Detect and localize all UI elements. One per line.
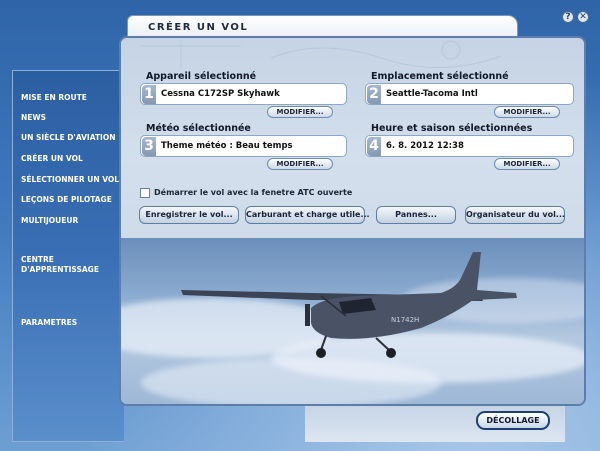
- location-section-label: Emplacement sélectionné: [371, 71, 509, 82]
- fuel-payload-button[interactable]: Carburant et charge utile...: [245, 206, 370, 224]
- sidebar-item-lecons[interactable]: LEÇONS DE PILOTAGE: [21, 195, 112, 205]
- create-flight-panel: Appareil sélectionné 1 Cessna C172SP Sky…: [119, 36, 586, 406]
- time-season-section-label: Heure et saison sélectionnées: [371, 123, 533, 134]
- time-season-value: 6. 8. 2012 12:38: [386, 141, 464, 151]
- location-modify-button[interactable]: MODIFIER...: [494, 106, 560, 118]
- sidebar-item-selectionner-vol[interactable]: SÉLECTIONNER UN VOL: [21, 175, 119, 185]
- sidebar-item-mise-en-route[interactable]: MISE EN ROUTE: [21, 93, 87, 103]
- section-number-2: 2: [367, 85, 381, 104]
- sidebar-item-news[interactable]: NEWS: [21, 113, 46, 123]
- aircraft-field[interactable]: 1 Cessna C172SP Skyhawk: [140, 83, 347, 105]
- weather-modify-button[interactable]: MODIFIER...: [267, 158, 333, 170]
- weather-section-label: Météo sélectionnée: [146, 123, 251, 134]
- weather-value: Theme météo : Beau temps: [161, 141, 293, 151]
- atc-window-checkbox[interactable]: [140, 188, 150, 198]
- location-field[interactable]: 2 Seattle-Tacoma Intl: [365, 83, 574, 105]
- section-number-4: 4: [367, 137, 381, 156]
- section-number-3: 3: [142, 137, 156, 156]
- sidebar-item-parametres[interactable]: PARAMETRES: [21, 318, 77, 328]
- time-season-field[interactable]: 4 6. 8. 2012 12:38: [365, 135, 574, 157]
- aircraft-registration: N1742H: [391, 316, 419, 324]
- section-number-1: 1: [142, 85, 156, 104]
- sidebar-item-siecle-aviation[interactable]: UN SIÈCLE D'AVIATION: [21, 133, 116, 143]
- weather-field[interactable]: 3 Theme météo : Beau temps: [140, 135, 347, 157]
- aircraft-illustration: N1742H: [181, 252, 517, 358]
- help-icon[interactable]: ?: [562, 11, 574, 23]
- sidebar-item-centre-apprentissage[interactable]: CENTRE D'APPRENTISSAGE: [21, 255, 105, 275]
- sidebar: MISE EN ROUTE NEWS UN SIÈCLE D'AVIATION …: [12, 70, 124, 442]
- aircraft-section-label: Appareil sélectionné: [146, 71, 257, 82]
- sidebar-item-creer-vol[interactable]: CRÉER UN VOL: [21, 154, 83, 164]
- takeoff-button[interactable]: DÉCOLLAGE: [476, 411, 550, 430]
- aircraft-preview-image: N1742H: [121, 238, 584, 404]
- selection-area: Appareil sélectionné 1 Cessna C172SP Sky…: [121, 38, 584, 238]
- flight-planner-button[interactable]: Organisateur du vol...: [465, 206, 565, 224]
- sidebar-item-multijoueur[interactable]: MULTIJOUEUR: [21, 216, 78, 226]
- failures-button[interactable]: Pannes...: [376, 206, 456, 224]
- location-value: Seattle-Tacoma Intl: [386, 89, 478, 99]
- page-title: CRÉER UN VOL: [148, 22, 249, 33]
- aircraft-modify-button[interactable]: MODIFIER...: [267, 106, 333, 118]
- aircraft-value: Cessna C172SP Skyhawk: [161, 89, 280, 99]
- atc-window-checkbox-label: Démarrer le vol avec la fenetre ATC ouve…: [154, 188, 353, 197]
- save-flight-button[interactable]: Enregistrer le vol...: [139, 206, 239, 224]
- close-icon[interactable]: ✕: [577, 11, 589, 23]
- time-season-modify-button[interactable]: MODIFIER...: [494, 158, 560, 170]
